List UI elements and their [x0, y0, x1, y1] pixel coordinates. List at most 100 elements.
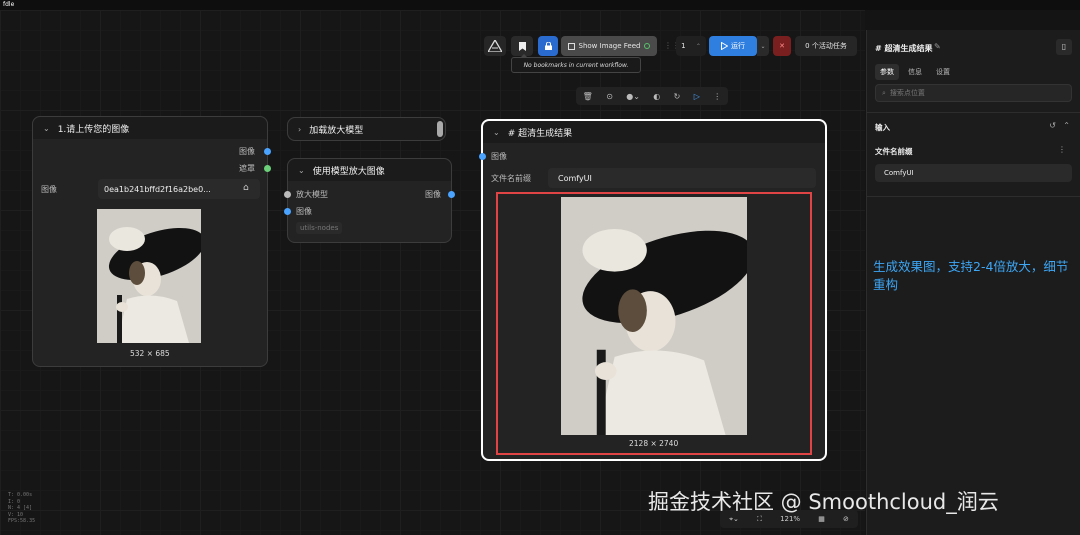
- search-icon: ⌕: [882, 88, 886, 97]
- reset-icon[interactable]: ↺: [1049, 121, 1056, 130]
- bookmark-tooltip-text: No bookmarks in current workflow.: [523, 61, 629, 69]
- field-value: ComfyUI: [884, 169, 914, 177]
- tab-parameters[interactable]: 参数: [875, 64, 899, 80]
- node-title: 加载放大模型: [309, 125, 364, 136]
- panel-search-input[interactable]: ⌕ 搜索点位置: [875, 84, 1072, 102]
- close-icon: ✕: [779, 42, 785, 50]
- active-tasks-button[interactable]: 0 个活动任务: [795, 36, 857, 56]
- output-mask-port[interactable]: [264, 165, 271, 172]
- uploaded-image-preview: [97, 209, 201, 343]
- image-field-label: 图像: [41, 185, 57, 194]
- folder-upload-icon[interactable]: ⌂: [243, 183, 249, 193]
- more-icon[interactable]: ⋮: [713, 92, 721, 101]
- tab-settings[interactable]: 设置: [931, 64, 955, 80]
- output-image-port[interactable]: [448, 191, 455, 198]
- image-dimensions: 2128 × 2740: [629, 439, 679, 448]
- stepper-arrows-icon[interactable]: ⌃: [696, 43, 701, 50]
- chevron-down-icon[interactable]: ⌄: [493, 128, 500, 137]
- show-image-feed-button[interactable]: Show Image Feed: [561, 36, 657, 56]
- link-visibility-icon[interactable]: ⊘: [843, 515, 849, 523]
- panel-tabs: 参数 信息 设置: [875, 64, 955, 80]
- bypass-icon[interactable]: ⊙: [606, 92, 613, 101]
- node-header[interactable]: ⌄ # 超清生成结果: [483, 121, 825, 143]
- node-title: 1.请上传您的图像: [57, 124, 130, 135]
- bookmark-icon: [518, 41, 526, 51]
- portrait-image: [561, 197, 747, 435]
- input-image-label: 图像: [491, 152, 507, 161]
- input-image-port[interactable]: [284, 208, 291, 215]
- load-upscale-model-node[interactable]: › 加载放大模型: [287, 117, 446, 141]
- output-image-label: 图像: [239, 147, 255, 156]
- run-options-dropdown[interactable]: ⌄: [757, 36, 769, 56]
- divider: [867, 196, 1080, 197]
- edit-icon[interactable]: ✎: [934, 42, 941, 51]
- filename-prefix-field[interactable]: ComfyUI: [875, 164, 1072, 182]
- active-tasks-label: 0 个活动任务: [805, 42, 847, 50]
- queue-count-stepper[interactable]: 1 ⌃: [676, 36, 706, 56]
- resize-handle[interactable]: [437, 121, 443, 137]
- debug-line: FPS:58.35: [8, 518, 36, 524]
- color-picker-icon[interactable]: ●⌄: [626, 92, 640, 101]
- status-dot-icon: [644, 43, 651, 49]
- run-label: 运行: [731, 42, 745, 50]
- palette-icon[interactable]: ◐: [653, 92, 660, 101]
- chevron-right-icon[interactable]: ›: [298, 125, 301, 134]
- upscale-image-node[interactable]: ⌄ 使用模型放大图像 放大模型 图像 图像 utils-nodes: [284, 158, 455, 243]
- minimap-icon[interactable]: ▦: [818, 515, 825, 523]
- field-label: 文件名前缀: [875, 147, 913, 156]
- image-file-select[interactable]: 0ea1b241bffd2f16a2be0...: [98, 179, 260, 199]
- tab-info[interactable]: 信息: [903, 64, 927, 80]
- debug-line: T: 0.00s: [8, 492, 33, 498]
- node-header[interactable]: ⌄ 1.请上传您的图像: [33, 117, 267, 139]
- chevron-down-icon[interactable]: ⌄: [298, 166, 305, 175]
- input-model-port[interactable]: [284, 191, 291, 198]
- stop-button[interactable]: ✕: [773, 36, 791, 56]
- section-input-heading: 输入: [875, 123, 890, 132]
- search-placeholder: 搜索点位置: [889, 89, 925, 97]
- run-button[interactable]: 运行: [709, 36, 757, 56]
- refresh-icon[interactable]: ↻: [674, 92, 681, 101]
- save-image-node[interactable]: ⌄ # 超清生成结果 图像 文件名前缀 ComfyUI 2128 × 2740: [479, 119, 827, 461]
- node-source-badge: utils-nodes: [296, 222, 343, 234]
- input-image-port[interactable]: [479, 153, 486, 160]
- output-mask-label: 遮罩: [239, 164, 255, 173]
- load-image-node[interactable]: ⌄ 1.请上传您的图像 图像 遮罩 图像 0ea1b241bffd2f16a2b…: [32, 116, 271, 367]
- drag-handle-icon[interactable]: ⋮⋮: [664, 42, 680, 52]
- portrait-image: [97, 209, 201, 343]
- debug-stats: T: 0.00s I: 0 N: 4 [4] V: 10 FPS:58.35: [8, 492, 35, 525]
- app-logo[interactable]: [484, 36, 506, 56]
- collapse-icon[interactable]: ⌃: [1063, 121, 1070, 130]
- play-icon: [721, 42, 728, 50]
- watermark: 掘金技术社区 @ Smoothcloud_润云: [648, 490, 999, 514]
- panel-title: # 超清生成结果: [875, 44, 933, 53]
- filename-prefix-input[interactable]: ComfyUI: [548, 168, 816, 188]
- result-image-preview: [561, 197, 747, 435]
- sidebar-icon: ▯: [1061, 42, 1067, 51]
- more-icon[interactable]: ⋮: [1058, 145, 1066, 154]
- input-image-label: 图像: [296, 207, 312, 216]
- input-model-label: 放大模型: [296, 190, 328, 199]
- image-icon: [567, 42, 575, 50]
- chevron-down-icon: ⌄: [760, 42, 766, 50]
- debug-line: N: 4 [4]: [8, 505, 33, 511]
- bookmark-button[interactable]: [511, 36, 533, 56]
- node-title: # 超清生成结果: [507, 128, 573, 139]
- divider: [867, 112, 1080, 113]
- node-header[interactable]: › 加载放大模型: [288, 118, 445, 140]
- selection-toolbox: 🗑 ⊙ ●⌄ ◐ ↻ ▷ ⋮: [576, 87, 728, 105]
- filename-prefix-label: 文件名前缀: [491, 174, 531, 183]
- panel-toggle-button[interactable]: ▯: [1056, 39, 1072, 55]
- zoom-level[interactable]: 121%: [780, 515, 800, 523]
- trash-icon[interactable]: 🗑: [583, 92, 593, 101]
- show-image-feed-label: Show Image Feed: [578, 42, 641, 50]
- lock-button[interactable]: [538, 36, 558, 56]
- node-header[interactable]: ⌄ 使用模型放大图像: [288, 159, 451, 181]
- execute-icon[interactable]: ▷: [694, 92, 700, 101]
- filename-prefix-value: ComfyUI: [558, 173, 592, 183]
- bookmark-tooltip: No bookmarks in current workflow.: [511, 54, 641, 73]
- chevron-down-icon[interactable]: ⌄: [43, 124, 50, 133]
- title-bar: fdle: [0, 0, 1080, 10]
- lock-icon: [544, 42, 552, 50]
- node-title: 使用模型放大图像: [312, 166, 385, 177]
- output-image-port[interactable]: [264, 148, 271, 155]
